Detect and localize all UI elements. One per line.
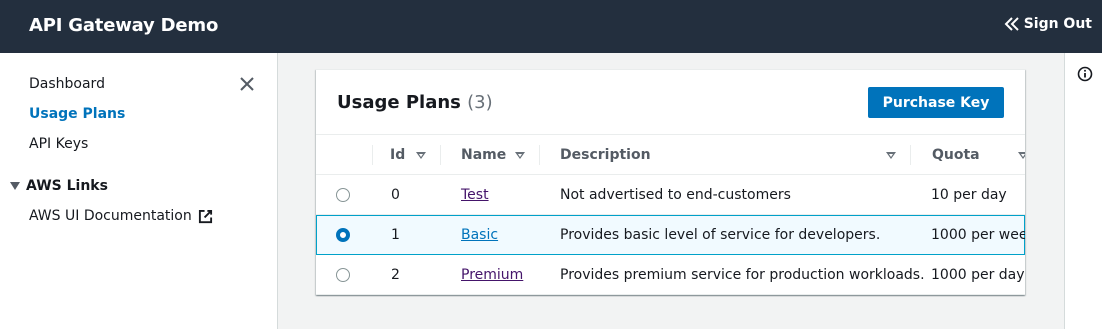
row-id: 2 — [391, 267, 400, 283]
table-row-selected[interactable]: 1 Basic Provides basic level of service … — [316, 215, 1025, 255]
row-quota: 1000 per week — [931, 227, 1025, 243]
column-header-label: Quota — [932, 146, 980, 163]
column-header-name[interactable]: Name — [461, 135, 541, 174]
sidebar-item-label: AWS UI Documentation — [29, 208, 192, 224]
column-header-label: Description — [560, 146, 651, 163]
sort-icon[interactable] — [416, 152, 426, 159]
plan-name-link[interactable]: Premium — [461, 267, 523, 283]
row-id: 0 — [391, 187, 400, 203]
info-icon[interactable] — [1077, 66, 1093, 82]
external-link-icon — [198, 209, 212, 223]
row-quota: 1000 per day — [931, 267, 1025, 283]
section-title: AWS Links — [26, 178, 108, 194]
side-navigation: Dashboard Usage Plans API Keys AWS Links… — [0, 53, 278, 329]
sign-out-button[interactable]: Sign Out — [1004, 16, 1092, 32]
column-divider — [539, 145, 540, 165]
purchase-key-button[interactable]: Purchase Key — [868, 87, 1004, 118]
tools-panel — [1064, 53, 1102, 329]
row-select-radio[interactable] — [336, 228, 350, 242]
sidebar-item-usage-plans[interactable]: Usage Plans — [29, 106, 125, 122]
caret-down-icon — [10, 182, 20, 190]
plan-name-link[interactable]: Test — [461, 187, 489, 203]
table-header-bar: Usage Plans (3) Purchase Key — [316, 70, 1025, 135]
table-row[interactable]: 2 Premium Provides premium service for p… — [316, 255, 1025, 295]
aws-links-section-toggle[interactable]: AWS Links — [10, 178, 108, 194]
close-icon[interactable] — [238, 75, 256, 93]
table-count: (3) — [467, 92, 493, 113]
column-divider — [910, 145, 911, 165]
page-title: Usage Plans (3) — [337, 92, 493, 113]
row-description: Not advertised to end-customers — [560, 187, 791, 203]
table-column-headers: Id Name Description Quota — [316, 135, 1025, 175]
row-id: 1 — [391, 227, 400, 243]
row-description: Provides basic level of service for deve… — [560, 227, 881, 243]
column-divider — [372, 145, 373, 165]
sort-icon[interactable] — [1018, 152, 1025, 159]
sidebar-item-dashboard[interactable]: Dashboard — [29, 76, 105, 92]
row-select-radio[interactable] — [336, 268, 350, 282]
usage-plans-table: Usage Plans (3) Purchase Key Id Name Des… — [316, 69, 1025, 295]
column-header-quota[interactable]: Quota — [932, 135, 1012, 174]
column-header-label: Name — [461, 146, 507, 163]
column-header-description[interactable]: Description — [560, 135, 860, 174]
row-select-radio[interactable] — [336, 188, 350, 202]
sort-icon[interactable] — [886, 152, 896, 159]
row-quota: 10 per day — [931, 187, 1007, 203]
table-title: Usage Plans — [337, 92, 461, 113]
table-row[interactable]: 0 Test Not advertised to end-customers 1… — [316, 175, 1025, 215]
column-header-label: Id — [390, 146, 406, 163]
app-title[interactable]: API Gateway Demo — [29, 15, 218, 36]
column-divider — [440, 145, 441, 165]
sign-out-label: Sign Out — [1023, 16, 1092, 32]
plan-name-link[interactable]: Basic — [461, 227, 498, 243]
row-description: Provides premium service for production … — [560, 267, 925, 283]
sidebar-item-aws-ui-documentation[interactable]: AWS UI Documentation — [29, 208, 213, 224]
double-chevron-left-icon — [1004, 17, 1019, 31]
sort-icon[interactable] — [515, 152, 525, 159]
sidebar-item-api-keys[interactable]: API Keys — [29, 136, 88, 152]
top-navigation: API Gateway Demo Sign Out — [0, 0, 1102, 53]
